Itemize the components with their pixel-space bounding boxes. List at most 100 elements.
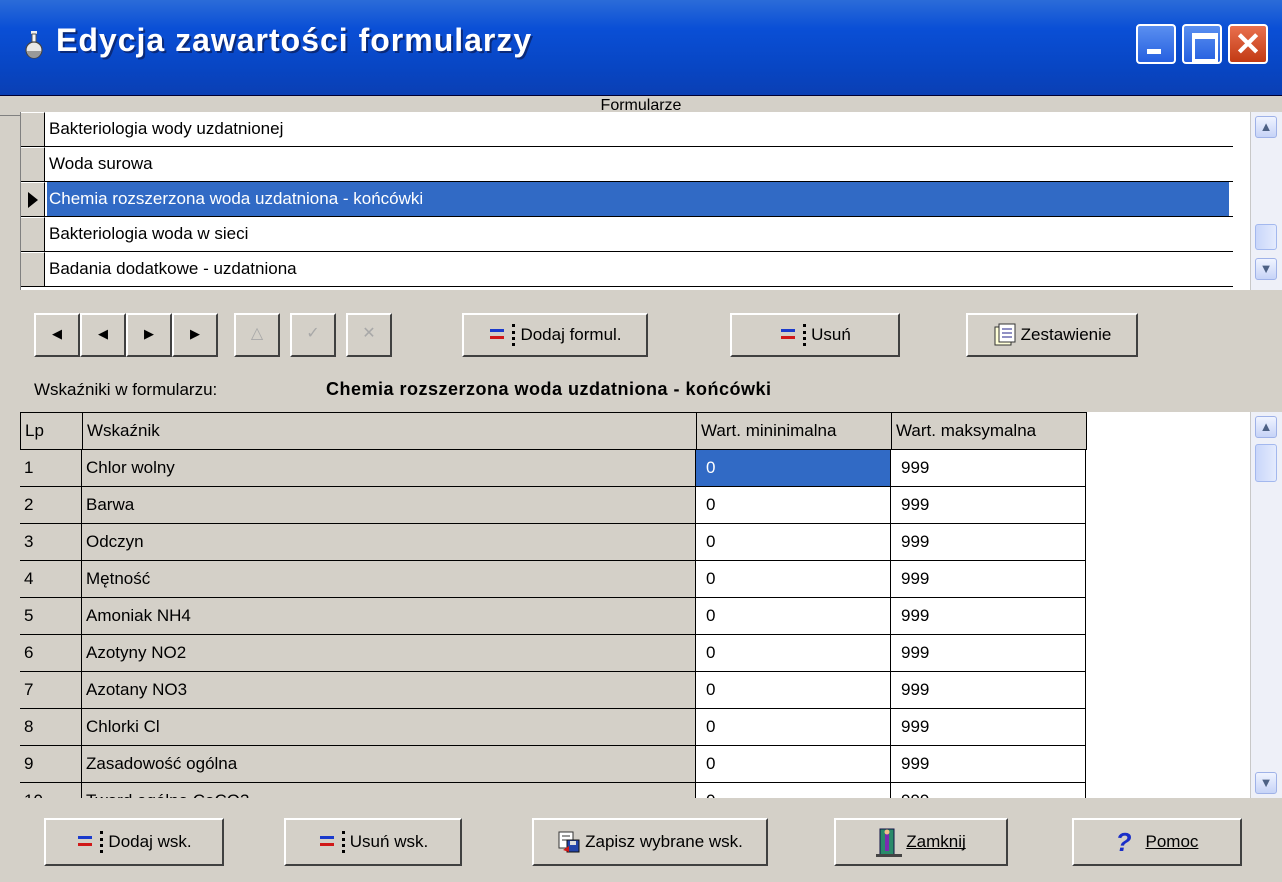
nav-prior-button[interactable]: ◀ <box>80 313 126 357</box>
minimize-button[interactable] <box>1136 24 1176 64</box>
cell-lp[interactable]: 10 <box>20 783 82 798</box>
row-indicator[interactable] <box>21 112 45 146</box>
scroll-thumb[interactable] <box>1255 224 1277 250</box>
save-selected-button[interactable]: Zapisz wybrane wsk. <box>532 818 768 866</box>
forms-scrollbar[interactable]: ▲ ▼ <box>1250 112 1282 290</box>
cell-min[interactable]: 0 <box>696 598 891 635</box>
cell-min[interactable]: 0 <box>696 635 891 672</box>
cell-lp[interactable]: 1 <box>20 450 82 487</box>
cell-max[interactable]: 999 <box>891 598 1086 635</box>
nav-last-button[interactable]: ▶ <box>172 313 218 357</box>
add-icon <box>488 324 512 346</box>
form-row-name: Chemia rozszerzona woda uzdatniona - koń… <box>47 182 1229 216</box>
form-row[interactable]: Bakteriologia wody uzdatnionej <box>21 112 1233 147</box>
column-header-lp[interactable]: Lp <box>20 412 83 450</box>
form-row[interactable]: Woda surowa <box>21 147 1233 182</box>
nav-last-icon: ▶ <box>190 326 200 341</box>
indicators-label: Wskaźniki w formularzu: <box>34 380 218 399</box>
scroll-down-icon[interactable]: ▼ <box>1255 258 1277 280</box>
cell-min[interactable]: 0 <box>696 561 891 598</box>
scroll-thumb[interactable] <box>1255 444 1277 482</box>
cell-max[interactable]: 999 <box>891 487 1086 524</box>
column-header-indicator[interactable]: Wskaźnik <box>82 412 697 450</box>
cell-lp[interactable]: 8 <box>20 709 82 746</box>
delete-form-button[interactable]: Usuń <box>730 313 900 357</box>
nav-post-icon: ✓ <box>306 325 320 342</box>
cell-lp[interactable]: 2 <box>20 487 82 524</box>
grid-scrollbar[interactable]: ▲ ▼ <box>1250 412 1282 798</box>
nav-next-button[interactable]: ▶ <box>126 313 172 357</box>
remove-icon <box>779 324 803 346</box>
door-exit-icon <box>876 828 903 857</box>
scroll-down-icon[interactable]: ▼ <box>1255 772 1277 794</box>
maximize-button[interactable] <box>1182 24 1222 64</box>
cell-max[interactable]: 999 <box>891 524 1086 561</box>
close-window-button[interactable]: Zamknij <box>834 818 1008 866</box>
cell-indicator[interactable]: Chlorki Cl <box>82 709 696 746</box>
cell-min[interactable]: 0 <box>696 487 891 524</box>
column-header-min[interactable]: Wart. mininimalna <box>696 412 892 450</box>
cell-indicator[interactable]: Zasadowość ogólna <box>82 746 696 783</box>
cell-lp[interactable]: 5 <box>20 598 82 635</box>
nav-post-button[interactable]: ✓ <box>290 313 336 357</box>
form-row-name: Bakteriologia woda w sieci <box>49 224 249 243</box>
cell-max[interactable]: 999 <box>891 635 1086 672</box>
cell-min[interactable]: 0 <box>696 783 891 798</box>
forms-list[interactable]: Bakteriologia wody uzdatnionej Woda surow… <box>20 112 1282 290</box>
cell-indicator[interactable]: Mętność <box>82 561 696 598</box>
delete-indicator-button[interactable]: Usuń wsk. <box>284 818 462 866</box>
help-button[interactable]: ? Pomoc <box>1072 818 1242 866</box>
nav-first-button[interactable]: ◀ <box>34 313 80 357</box>
help-icon: ? <box>1115 826 1132 857</box>
nav-insert-button[interactable]: △ <box>234 313 280 357</box>
cell-indicator[interactable]: Azotyny NO2 <box>82 635 696 672</box>
row-indicator-arrow-icon[interactable] <box>21 182 45 216</box>
cell-min[interactable]: 0 <box>696 450 891 487</box>
cell-lp[interactable]: 4 <box>20 561 82 598</box>
title-bar[interactable]: Edycja zawartości formularzy ✕ <box>0 0 1282 96</box>
form-row[interactable]: Badania dodatkowe - uzdatniona <box>21 252 1233 287</box>
scroll-up-icon[interactable]: ▲ <box>1255 416 1277 438</box>
cell-lp[interactable]: 3 <box>20 524 82 561</box>
cell-max[interactable]: 999 <box>891 709 1086 746</box>
cell-max[interactable]: 999 <box>891 450 1086 487</box>
cell-min[interactable]: 0 <box>696 524 891 561</box>
help-label: Pomoc <box>1145 832 1199 851</box>
current-form-name: Chemia rozszerzona woda uzdatniona - koń… <box>326 379 772 399</box>
indicators-grid[interactable]: Lp Wskaźnik Wart. mininimalna Wart. maks… <box>20 412 1260 798</box>
cell-indicator[interactable]: Chlor wolny <box>82 450 696 487</box>
cell-max[interactable]: 999 <box>891 672 1086 709</box>
close-window-label: Zamknij <box>906 832 966 851</box>
row-indicator[interactable] <box>21 147 45 181</box>
form-row[interactable]: Chemia rozszerzona woda uzdatniona - koń… <box>21 182 1233 217</box>
cell-max[interactable]: 999 <box>891 746 1086 783</box>
cell-max[interactable]: 999 <box>891 561 1086 598</box>
scroll-up-icon[interactable]: ▲ <box>1255 116 1277 138</box>
add-form-button[interactable]: Dodaj formul. <box>462 313 648 357</box>
summary-button[interactable]: Zestawienie <box>966 313 1138 357</box>
nav-first-icon: ◀ <box>52 326 62 341</box>
cell-indicator[interactable]: Odczyn <box>82 524 696 561</box>
row-indicator[interactable] <box>21 217 45 251</box>
cell-min[interactable]: 0 <box>696 746 891 783</box>
form-row[interactable]: Bakteriologia woda w sieci <box>21 217 1233 252</box>
cell-lp[interactable]: 6 <box>20 635 82 672</box>
cell-min[interactable]: 0 <box>696 672 891 709</box>
remove-icon <box>318 831 342 853</box>
cell-max[interactable]: 999 <box>891 783 1086 798</box>
cell-indicator[interactable]: Azotany NO3 <box>82 672 696 709</box>
row-indicator[interactable] <box>21 252 45 286</box>
cell-indicator[interactable]: Barwa <box>82 487 696 524</box>
cell-indicator[interactable]: Amoniak NH4 <box>82 598 696 635</box>
cell-indicator[interactable]: Tward.ogólna CaCO3 <box>82 783 696 798</box>
close-button[interactable]: ✕ <box>1228 24 1268 64</box>
cell-lp[interactable]: 7 <box>20 672 82 709</box>
form-row-name: Bakteriologia wody uzdatnionej <box>49 119 284 138</box>
nav-cancel-icon: ✕ <box>362 325 376 342</box>
column-header-max[interactable]: Wart. maksymalna <box>891 412 1087 450</box>
nav-cancel-button[interactable]: ✕ <box>346 313 392 357</box>
add-indicator-button[interactable]: Dodaj wsk. <box>44 818 224 866</box>
save-icon <box>558 831 580 853</box>
cell-lp[interactable]: 9 <box>20 746 82 783</box>
cell-min[interactable]: 0 <box>696 709 891 746</box>
